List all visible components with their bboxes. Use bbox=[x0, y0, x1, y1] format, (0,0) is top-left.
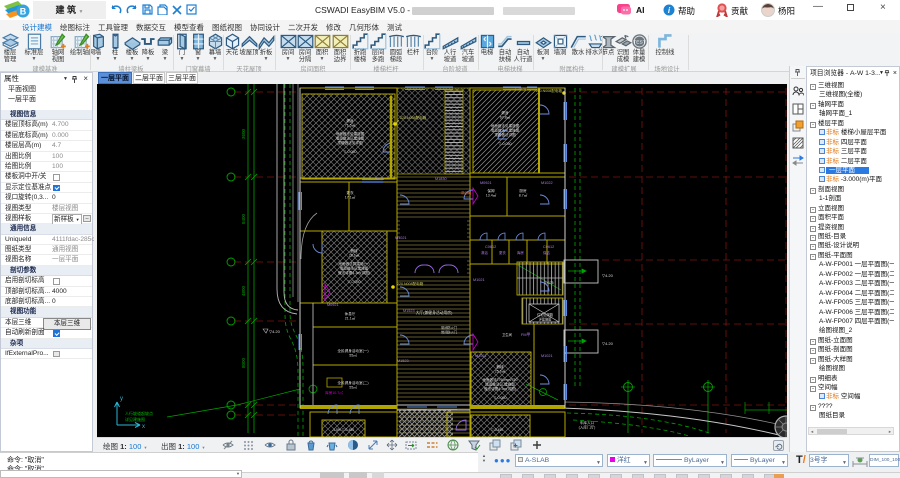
svg-text:常闭防火门: 常闭防火门 bbox=[441, 325, 457, 330]
svg-text:地面做法同建施(一): 地面做法同建施(一) bbox=[338, 261, 369, 266]
svg-text:常闭防火门: 常闭防火门 bbox=[441, 329, 457, 334]
svg-text:4800: 4800 bbox=[241, 285, 246, 296]
svg-text:墙面做法见建施图: 墙面做法见建施图 bbox=[491, 128, 520, 133]
svg-text:保洁: 保洁 bbox=[543, 250, 550, 255]
svg-text:保姆: 保姆 bbox=[487, 188, 495, 193]
svg-text:M1022: M1022 bbox=[541, 181, 553, 185]
svg-text:库房: 库房 bbox=[517, 250, 524, 255]
svg-text:▽-0.050: ▽-0.050 bbox=[494, 396, 507, 400]
svg-text:220.N008配电箱: 220.N008配电箱 bbox=[536, 88, 563, 93]
svg-text:FM甲: FM甲 bbox=[521, 332, 530, 337]
svg-text:220.N008配电箱: 220.N008配电箱 bbox=[400, 115, 427, 120]
svg-text:做法详图4.3m(详图): 做法详图4.3m(详图) bbox=[338, 270, 370, 275]
svg-text:▽-0.450: ▽-0.450 bbox=[491, 428, 503, 432]
svg-text:B: B bbox=[20, 7, 27, 17]
svg-text:17.1㎡: 17.1㎡ bbox=[345, 194, 356, 199]
svg-text:淋浴间: 淋浴间 bbox=[461, 190, 472, 195]
svg-text:M1021: M1021 bbox=[473, 278, 485, 282]
svg-text:做法详图4.3m(详图): 做法详图4.3m(详图) bbox=[484, 386, 516, 391]
svg-text:墙面做法见建施图: 墙面做法见建施图 bbox=[336, 136, 365, 141]
svg-text:墙面做法见建施图: 墙面做法见建施图 bbox=[340, 266, 369, 271]
svg-text:M1021: M1021 bbox=[475, 354, 487, 358]
svg-text:y: y bbox=[120, 396, 123, 402]
svg-text:器械: 器械 bbox=[496, 364, 504, 369]
svg-text:▽-0.050: ▽-0.050 bbox=[348, 280, 361, 284]
svg-text:器械: 器械 bbox=[350, 248, 358, 253]
svg-text:住宅信报箱: 住宅信报箱 bbox=[537, 312, 554, 317]
svg-text:库房10.7㎡: 库房10.7㎡ bbox=[325, 390, 343, 395]
svg-text:更衣: 更衣 bbox=[346, 190, 354, 195]
svg-text:休息厅: 休息厅 bbox=[345, 311, 356, 316]
svg-text:C2424: C2424 bbox=[515, 87, 526, 91]
svg-text:71.5㎡: 71.5㎡ bbox=[345, 122, 356, 127]
svg-text:21.1㎡: 21.1㎡ bbox=[345, 315, 356, 320]
svg-text:顶棚做法详图: 顶棚做法详图 bbox=[494, 132, 516, 137]
svg-text:全民健身活动室(二): 全民健身活动室(二) bbox=[337, 380, 368, 385]
svg-text:-1.5% ▽-0.450: -1.5% ▽-0.450 bbox=[332, 428, 354, 432]
svg-text:详建施图: 详建施图 bbox=[539, 316, 552, 321]
svg-text:▽-0.050: ▽-0.050 bbox=[499, 142, 512, 146]
svg-text:8.7㎡: 8.7㎡ bbox=[519, 192, 528, 197]
svg-text:卫生间: 卫生间 bbox=[502, 332, 513, 337]
svg-text:健身: 健身 bbox=[501, 110, 509, 115]
svg-text:详见建施图: 详见建施图 bbox=[125, 416, 145, 422]
svg-text:全民健身活动室(一): 全民健身活动室(一) bbox=[337, 348, 368, 353]
svg-text:M1021: M1021 bbox=[541, 354, 553, 358]
svg-text:M0921: M0921 bbox=[480, 181, 492, 185]
svg-text:8000: 8000 bbox=[241, 357, 246, 368]
svg-text:▽4.20: ▽4.20 bbox=[269, 329, 281, 334]
svg-text:健身: 健身 bbox=[346, 118, 354, 123]
svg-text:车库入口: 车库入口 bbox=[580, 420, 595, 425]
svg-text:220.N008配电箱: 220.N008配电箱 bbox=[397, 281, 424, 286]
svg-text:大厅(兼健身活动用房): 大厅(兼健身活动用房) bbox=[416, 310, 453, 315]
svg-text:M1830: M1830 bbox=[435, 177, 447, 181]
svg-text:8400: 8400 bbox=[241, 213, 246, 224]
svg-text:顶棚做法见详图: 顶棚做法见详图 bbox=[337, 140, 363, 145]
svg-text:3600: 3600 bbox=[241, 128, 246, 139]
svg-text:(入库门厅): (入库门厅) bbox=[579, 424, 596, 429]
svg-text:地面做法2750mm/750: 地面做法2750mm/750 bbox=[482, 377, 517, 382]
svg-text:M1021: M1021 bbox=[395, 236, 407, 240]
svg-text:地面做法见建施图: 地面做法见建施图 bbox=[491, 123, 520, 128]
svg-text:13.4㎡: 13.4㎡ bbox=[486, 192, 497, 197]
svg-text:淋浴: 淋浴 bbox=[481, 250, 488, 255]
svg-text:28.6㎡: 28.6㎡ bbox=[349, 252, 360, 257]
svg-text:x: x bbox=[142, 424, 145, 430]
svg-text:25.6㎡: 25.6㎡ bbox=[495, 368, 506, 373]
svg-text:C0612: C0612 bbox=[543, 245, 554, 249]
svg-text:地面做法见建施图: 地面做法见建施图 bbox=[336, 131, 365, 136]
svg-text:C0612: C0612 bbox=[485, 245, 496, 249]
svg-text:▽4.20: ▽4.20 bbox=[602, 273, 614, 278]
svg-text:厨房: 厨房 bbox=[519, 188, 527, 193]
svg-text:▽-0.050: ▽-0.050 bbox=[344, 150, 357, 154]
svg-text:67.8㎡: 67.8㎡ bbox=[500, 114, 511, 119]
svg-text:M1523: M1523 bbox=[397, 359, 409, 363]
svg-text:▽4.20: ▽4.20 bbox=[602, 341, 614, 346]
svg-text:M0921: M0921 bbox=[327, 303, 339, 307]
svg-text:2×175: 2×175 bbox=[545, 281, 554, 285]
svg-text:55㎡: 55㎡ bbox=[349, 384, 357, 389]
svg-text:M1523: M1523 bbox=[403, 309, 415, 313]
svg-text:更衣: 更衣 bbox=[499, 250, 506, 255]
svg-text:55㎡: 55㎡ bbox=[349, 352, 357, 357]
svg-text:墙面做法见.建施图: 墙面做法见.建施图 bbox=[485, 382, 515, 387]
svg-text:人行坡道起坡点: 人行坡道起坡点 bbox=[125, 410, 153, 416]
